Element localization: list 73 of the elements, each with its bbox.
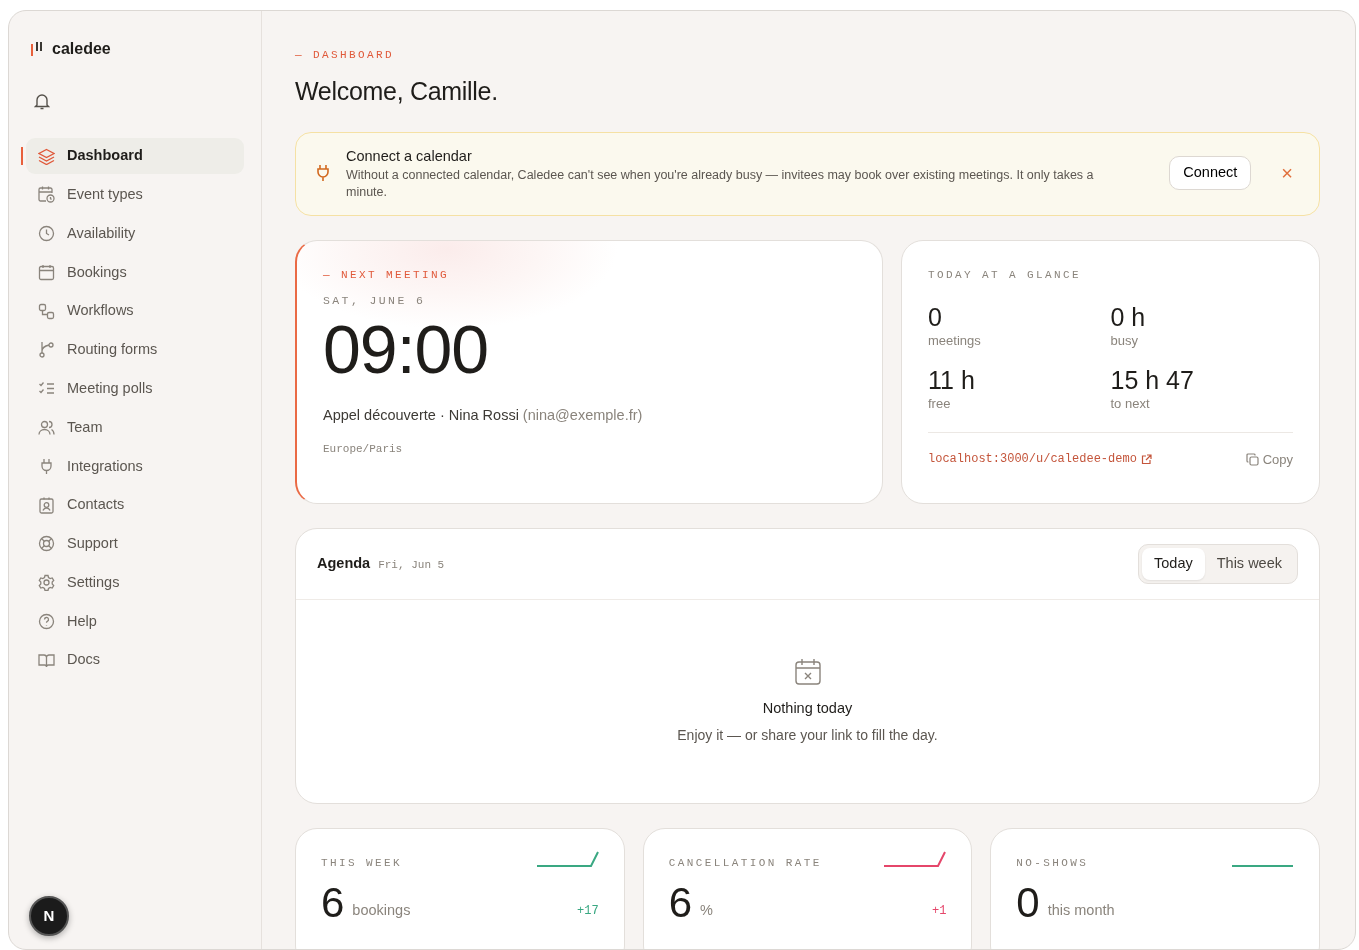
nav-item[interactable]: Workflows <box>26 293 244 330</box>
banner-title: Connect a calendar <box>346 146 473 166</box>
banner-text: Without a connected calendar, Caledee can't see when you're already busy — invitees may book over existing meetings. It only takes a minute. <box>346 167 1095 201</box>
calendar-x-icon <box>794 657 821 686</box>
bell-icon[interactable] <box>34 93 50 111</box>
external-link-icon[interactable] <box>1140 453 1152 465</box>
card-heading: TODAY AT A GLANCE <box>928 268 1083 283</box>
meeting-email: (nina@exemple.fr) <box>522 405 643 425</box>
card-eyebrow: — NEXT MEETING <box>323 268 450 283</box>
meeting-date: SAT, JUNE 6 <box>323 292 427 309</box>
stat-label: free <box>928 395 951 413</box>
stat-unit: this month <box>1047 900 1115 920</box>
plug-icon <box>316 164 330 183</box>
stat-value: 6 <box>668 881 693 924</box>
nav-item[interactable]: Settings <box>26 564 244 601</box>
contact-card-icon <box>38 496 55 514</box>
nav-item[interactable]: Integrations <box>26 448 244 485</box>
stat-label: NO-SHOWS <box>1016 856 1089 871</box>
stat-value: 0 h <box>1110 303 1146 331</box>
calendar-icon <box>38 263 55 281</box>
nav-item[interactable]: Bookings <box>26 254 244 291</box>
stat-value: 0 <box>928 303 942 331</box>
logo-icon <box>30 42 44 56</box>
settings-icon <box>38 574 55 592</box>
nav-item[interactable]: Event types <box>26 176 244 213</box>
meeting-time: 09:00 <box>323 314 489 383</box>
stat-value: 0 <box>1016 881 1040 924</box>
book-icon <box>38 651 55 669</box>
stat-label: THIS WEEK <box>321 856 402 871</box>
layers-icon <box>38 147 55 165</box>
nav-item[interactable]: Routing forms <box>26 332 244 368</box>
plug-icon <box>38 457 55 475</box>
copy-icon <box>1245 452 1259 466</box>
stat-delta: +17 <box>577 902 599 920</box>
lifebuoy-icon <box>38 535 55 553</box>
stat-label: CANCELLATION RATE <box>668 856 822 871</box>
agenda-title: Agenda <box>317 554 371 573</box>
nav-item[interactable]: Help <box>26 603 244 640</box>
view-tab[interactable]: Today <box>1142 548 1205 580</box>
nav-item[interactable]: Support <box>26 525 244 562</box>
empty-title: Nothing today <box>762 698 853 718</box>
nav-item[interactable]: Team <box>26 409 244 446</box>
nav-item[interactable]: Meeting polls <box>26 370 244 407</box>
stat-value: 6 <box>321 881 345 924</box>
stat-value: 15 h 47 <box>1110 366 1194 394</box>
stat-label: busy <box>1110 332 1138 350</box>
view-tab[interactable]: This week <box>1204 548 1294 580</box>
stat-label: meetings <box>928 332 981 350</box>
connect-button[interactable]: Connect <box>1169 156 1252 191</box>
copy-button[interactable]: Copy <box>1245 449 1293 469</box>
nav-item[interactable]: Docs <box>26 642 244 679</box>
page-eyebrow: — DASHBOARD <box>295 48 395 63</box>
meeting-timezone: Europe/Paris <box>323 441 404 457</box>
agenda-date: Fri, Jun 5 <box>378 558 445 573</box>
dev-tools-badge[interactable]: N <box>29 896 69 936</box>
stat-unit: % <box>700 900 713 920</box>
clock-icon <box>38 225 55 243</box>
stat-delta: +1 <box>931 902 947 920</box>
branch-icon <box>38 341 55 359</box>
empty-text: Enjoy it — or share your link to fill the day. <box>677 725 938 745</box>
users-icon <box>38 419 55 437</box>
page-title: Welcome, Camille. <box>295 75 499 106</box>
stat-value: 11 h <box>928 366 975 394</box>
stat-label: to next <box>1110 395 1150 413</box>
brand-name: caledee <box>52 39 111 59</box>
help-icon <box>38 613 55 631</box>
nav-item[interactable]: Contacts <box>26 487 244 524</box>
stat-unit: bookings <box>352 900 411 920</box>
calendar-clock-icon <box>38 186 55 204</box>
meeting-summary: Appel découverte · Nina Rossi <box>323 405 519 425</box>
booking-link[interactable]: localhost:3000/u/caledee-demo <box>928 450 1137 469</box>
workflow-icon <box>38 302 55 320</box>
nav-item[interactable]: Availability <box>26 215 244 252</box>
